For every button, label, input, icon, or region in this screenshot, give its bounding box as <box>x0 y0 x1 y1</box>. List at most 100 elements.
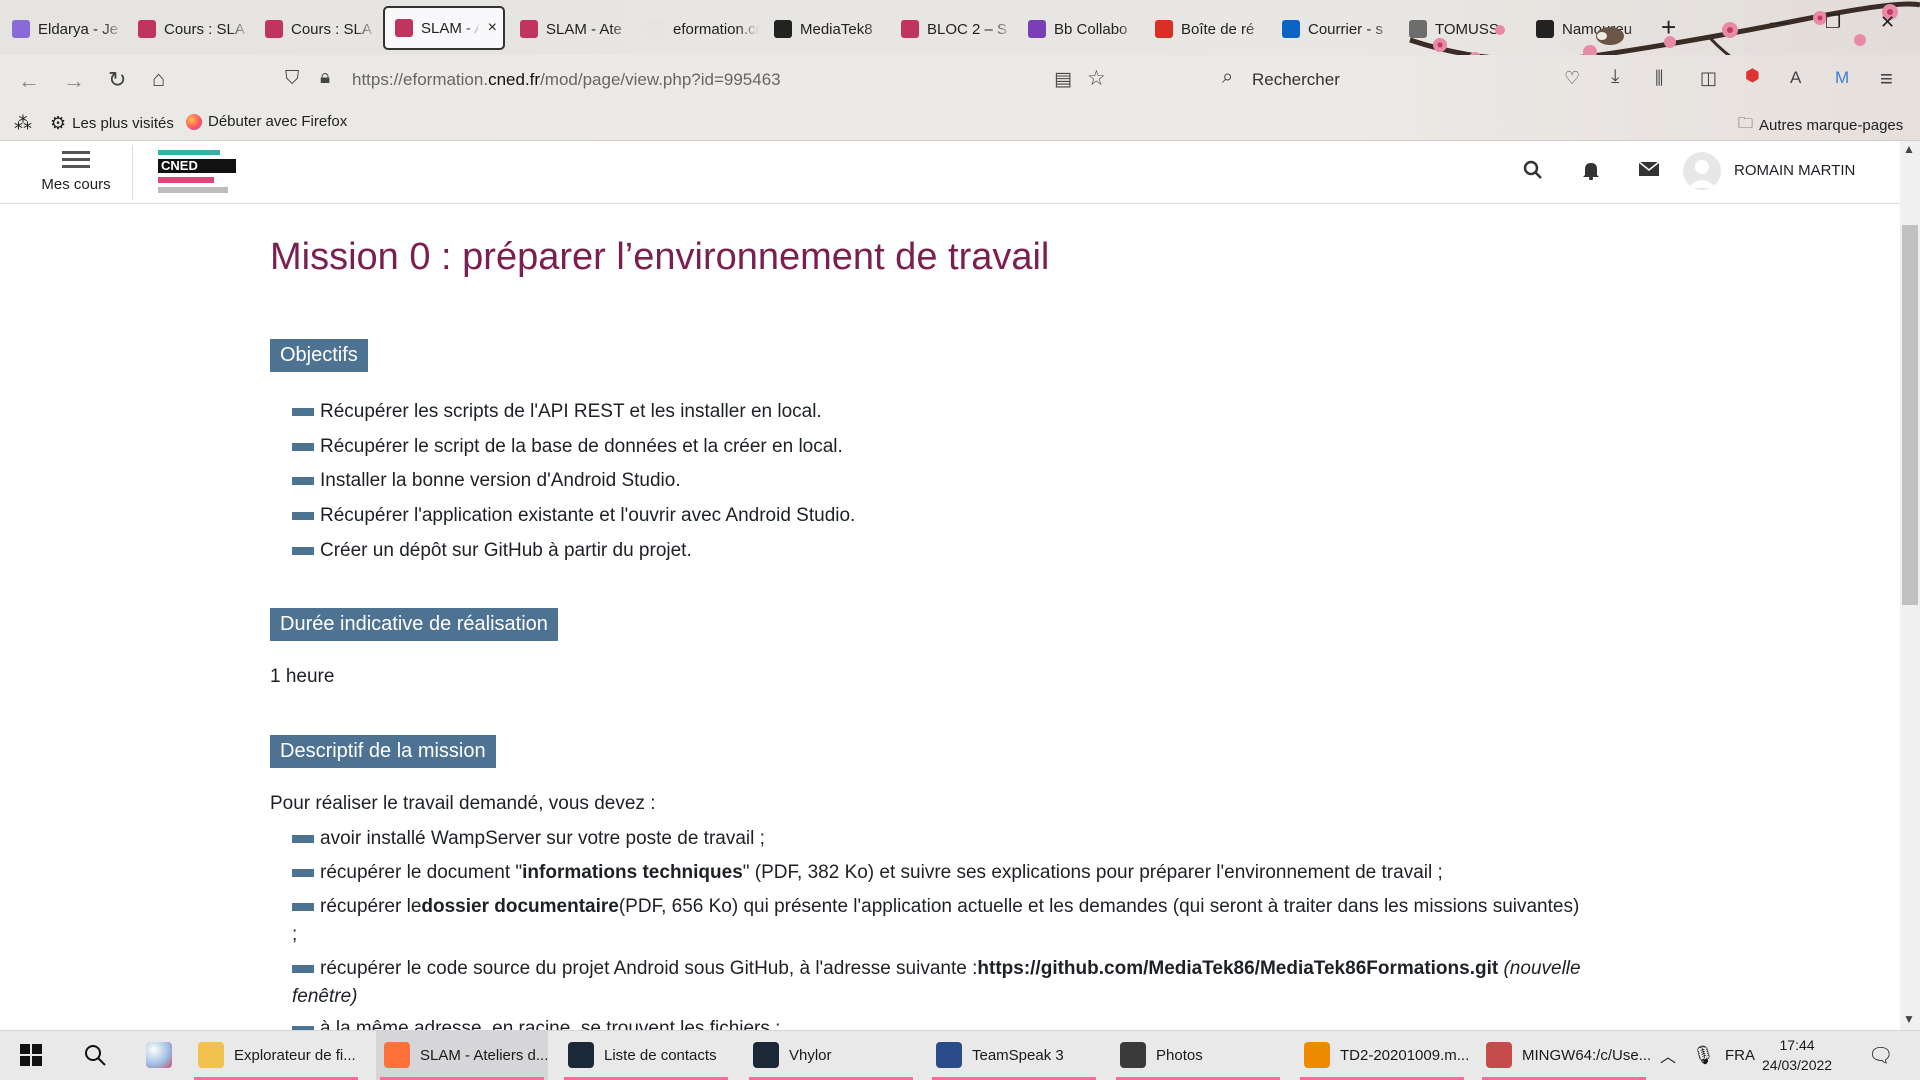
adblock-icon[interactable]: ⬢ <box>1745 66 1760 86</box>
browser-tab[interactable]: Cours : SLA <box>255 8 377 50</box>
browser-tab[interactable]: Courrier - s <box>1272 8 1394 50</box>
browser-tab[interactable]: Bb Collabo <box>1018 8 1140 50</box>
scroll-down-icon[interactable]: ▼ <box>1903 1012 1915 1026</box>
taskbar-app-label: Photos <box>1156 1046 1203 1064</box>
pocket-icon[interactable]: ♡ <box>1564 68 1580 89</box>
new-tab-button[interactable]: + <box>1661 12 1676 43</box>
taskbar-app-button[interactable]: TeamSpeak 3 <box>928 1030 1100 1080</box>
browser-tab[interactable]: MediaTek8 <box>764 8 886 50</box>
search-icon[interactable] <box>1523 160 1543 186</box>
bookmark-getting-started[interactable]: Débuter avec Firefox <box>186 113 347 130</box>
browser-tab[interactable]: SLAM - Ate <box>510 8 632 50</box>
browser-tab[interactable]: BLOC 2 – S <box>891 8 1013 50</box>
list-item-text: récupérer le <box>320 896 422 917</box>
bullet-icon <box>292 869 314 877</box>
avatar[interactable] <box>1683 152 1721 190</box>
taskbar-app-label: MINGW64:/c/Use... <box>1522 1046 1650 1064</box>
extension-m-icon[interactable]: M <box>1835 68 1849 88</box>
browser-tab[interactable]: SLAM - A × <box>383 6 505 50</box>
shield-icon[interactable]: ⛉ <box>285 68 299 90</box>
url-bar[interactable]: https://eformation.cned.fr/mod/page/view… <box>352 70 781 90</box>
other-bookmarks-label: Autres marque-pages <box>1759 117 1904 134</box>
user-name[interactable]: ROMAIN MARTIN <box>1734 162 1855 179</box>
taskbar-app-button[interactable]: Explorateur de fi... <box>190 1030 362 1080</box>
list-item: récupérer le dossier documentaire (PDF, … <box>292 896 1579 918</box>
app-menu-icon[interactable]: ≡ <box>1880 66 1893 92</box>
browser-tab[interactable]: Eldarya - Je <box>2 8 124 50</box>
browser-tab[interactable]: Cours : SLA <box>128 8 250 50</box>
bookmarks-toolbar-icon[interactable]: ⁂ <box>14 113 32 134</box>
tab-title: Bb Collabo <box>1054 20 1128 38</box>
taskbar-app-button[interactable]: Liste de contacts <box>560 1030 732 1080</box>
forward-icon[interactable]: → <box>63 68 85 94</box>
taskbar-app-button[interactable]: SLAM - Ateliers d... <box>376 1030 548 1080</box>
clock[interactable]: 17:44 24/03/2022 <box>1762 1035 1832 1075</box>
hamburger-icon <box>62 151 90 168</box>
reader-view-icon[interactable]: ▤ <box>1054 68 1072 91</box>
list-item: Installer la bonne version d'Android Stu… <box>292 470 681 492</box>
page-title: Mission 0 : préparer l’environnement de … <box>270 236 1050 278</box>
microphone-icon[interactable]: 🎙︎ <box>1692 1030 1715 1080</box>
taskbar-app-button[interactable]: Photos <box>1112 1030 1284 1080</box>
list-item-text: récupérer le document " <box>320 862 523 883</box>
back-icon[interactable]: ← <box>18 68 40 94</box>
bookmark-star-icon[interactable]: ☆ <box>1087 66 1106 91</box>
taskbar-app-button[interactable]: Vhylor <box>745 1030 917 1080</box>
taskbar-app-button[interactable]: TD2-20201009.m... <box>1296 1030 1468 1080</box>
browser-tab[interactable]: TOMUSS <box>1399 8 1521 50</box>
download-icon[interactable]: ⤓ <box>1611 66 1619 88</box>
document-link[interactable]: dossier documentaire <box>421 896 618 918</box>
browser-tab[interactable]: Boîte de ré <box>1145 8 1267 50</box>
library-icon[interactable]: ⫼ <box>1655 68 1663 89</box>
tab-title: TOMUSS <box>1435 20 1499 38</box>
blank-icon <box>647 20 665 38</box>
descriptif-intro: Pour réaliser le travail demandé, vous d… <box>270 793 656 814</box>
list-item-text: à la même adresse, en racine, se trouven… <box>320 1018 781 1030</box>
notifications-icon[interactable]: 🗨︎ <box>1868 1030 1893 1080</box>
github-icon <box>1536 20 1554 38</box>
close-tab-icon[interactable]: × <box>488 19 503 37</box>
paint-app-button[interactable] <box>136 1030 184 1080</box>
tab-title: Cours : SLA <box>164 20 245 38</box>
lock-icon[interactable]: 🔒︎ <box>320 67 330 89</box>
search-input[interactable]: Rechercher <box>1252 70 1340 90</box>
vlc-icon <box>1304 1042 1330 1068</box>
browser-tab[interactable]: eformation.cne <box>637 8 759 50</box>
tomuss-icon <box>1409 20 1427 38</box>
browser-tab[interactable]: Namoureu <box>1526 8 1648 50</box>
list-item: récupérer le code source du projet Andro… <box>292 958 1581 980</box>
document-link[interactable]: informations techniques <box>522 862 743 884</box>
tray-overflow-icon[interactable]: ︿ <box>1660 1030 1676 1080</box>
scrollbar-thumb[interactable] <box>1902 225 1918 605</box>
notification-bell-icon[interactable] <box>1581 160 1601 186</box>
tab-title: BLOC 2 – S <box>927 20 1008 38</box>
reload-icon[interactable]: ↻ <box>108 67 126 93</box>
taskbar-search-button[interactable] <box>74 1030 122 1080</box>
sidebar-icon[interactable]: ◫ <box>1700 68 1717 89</box>
start-button[interactable] <box>10 1030 58 1080</box>
mes-cours-button[interactable]: Mes cours <box>38 147 114 193</box>
taskbar-app-button[interactable]: MINGW64:/c/Use... <box>1478 1030 1650 1080</box>
bookmark-most-visited[interactable]: ⚙ Les plus visités <box>50 113 174 134</box>
list-item: récupérer le document " informations tech… <box>292 862 1443 884</box>
github-link[interactable]: https://github.com/MediaTek86/MediaTek86… <box>977 958 1498 980</box>
home-icon[interactable]: ⌂ <box>152 66 165 92</box>
messages-icon[interactable] <box>1638 160 1660 184</box>
other-bookmarks[interactable]: 🗀︎ Autres marque-pages <box>1738 113 1903 138</box>
url-suffix: /mod/page/view.php?id=995463 <box>540 70 781 89</box>
scroll-up-icon[interactable]: ▲ <box>1903 142 1915 156</box>
steam-icon <box>753 1042 779 1068</box>
language-indicator[interactable]: FRA <box>1725 1030 1755 1080</box>
firefox-icon <box>384 1042 410 1068</box>
taskbar-app-label: Explorateur de fi... <box>234 1046 356 1064</box>
url-domain: cned.fr <box>488 70 541 89</box>
tab-title: Courrier - s <box>1308 20 1384 38</box>
extension-icon[interactable]: A <box>1790 68 1801 88</box>
close-window-icon[interactable]: ✕ <box>1880 12 1895 33</box>
maximize-icon[interactable]: ❐ <box>1825 12 1841 33</box>
clock-date: 24/03/2022 <box>1762 1057 1833 1073</box>
cned-logo[interactable]: CNED <box>158 150 236 194</box>
minimize-icon[interactable]: — <box>1770 12 1788 33</box>
outlook-icon <box>1282 20 1300 38</box>
url-prefix: https://eformation. <box>352 70 489 89</box>
